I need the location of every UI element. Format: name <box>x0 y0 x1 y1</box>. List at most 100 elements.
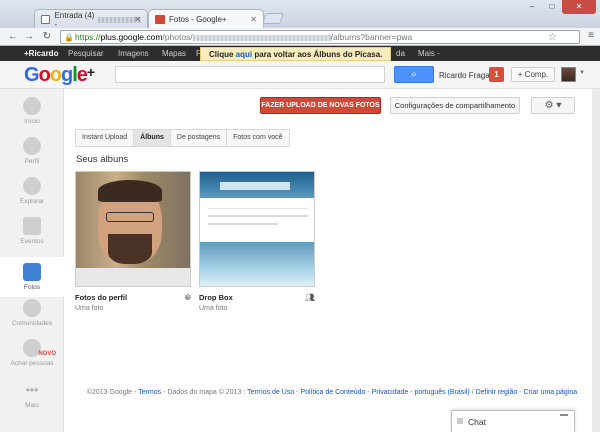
reload-button[interactable]: ↻ <box>40 30 54 44</box>
menu-icon[interactable]: ≡ <box>588 30 594 41</box>
album-card[interactable]: Drop Box 👥︎ Uma foto <box>199 171 317 312</box>
left-nav: Início Perfil Explorar Eventos Fotos Com… <box>0 89 64 432</box>
nav-item-communities[interactable]: Comunidades <box>0 299 64 339</box>
gbar-item-search[interactable]: Pesquisar <box>68 49 104 58</box>
nav-label: Explorar <box>19 198 45 205</box>
scrollbar[interactable] <box>592 89 600 432</box>
gplus-header: Google+ ⌕ Ricardo Fraga 1 + Comp. ▼ <box>0 61 600 89</box>
gbar-item-images[interactable]: Imagens <box>118 49 149 58</box>
album-name-text: Drop Box <box>199 293 233 302</box>
minimize-chat-icon[interactable] <box>560 414 568 416</box>
tab-instant-upload[interactable]: Instant Upload <box>75 129 135 147</box>
more-icon: ••• <box>25 383 39 397</box>
tab-label: Entrada (4) - <box>54 10 95 29</box>
notice-text-end: para voltar aos Álbuns do Picasa. <box>252 50 383 59</box>
dropbox-screenshot-image <box>200 172 314 286</box>
album-thumbnail[interactable] <box>75 171 191 287</box>
address-bar[interactable]: 🔒 https://plus.google.com/photos/ /albums… <box>60 30 580 44</box>
nav-item-photos[interactable]: Fotos <box>0 257 64 297</box>
nav-label: Eventos <box>20 238 44 245</box>
close-window-button[interactable]: ✕ <box>562 0 596 14</box>
search-input[interactable] <box>115 66 385 83</box>
globe-icon: 🌐︎ <box>184 293 191 302</box>
footer-region-link[interactable]: Definir região <box>476 389 518 396</box>
nav-label: Comunidades <box>11 320 53 327</box>
albums-heading: Seus álbuns <box>76 154 129 165</box>
footer-content-policy-link[interactable]: Política de Conteúdo <box>300 389 365 396</box>
gbar-item-more[interactable]: Mais - <box>418 49 440 58</box>
lock-icon: 🔒 <box>64 33 74 42</box>
share-button[interactable]: + Comp. <box>511 67 555 82</box>
upload-photos-button[interactable]: FAZER UPLOAD DE NOVAS FOTOS <box>260 97 381 114</box>
close-tab-icon[interactable]: ✕ <box>134 15 141 24</box>
user-name[interactable]: Ricardo Fraga <box>439 71 490 80</box>
url-scheme: https:// <box>75 32 101 42</box>
footer-privacy-link[interactable]: Privacidade <box>372 389 409 396</box>
album-card[interactable]: Fotos do perfil 🌐︎ Uma foto <box>75 171 193 312</box>
forward-button[interactable]: → <box>22 30 36 44</box>
gbar-item-maps[interactable]: Mapas <box>162 49 186 58</box>
search-button[interactable]: ⌕ <box>394 66 434 83</box>
bookmark-star-icon[interactable]: ☆ <box>548 32 557 43</box>
chevron-down-icon[interactable]: ▼ <box>579 70 585 76</box>
maximize-button[interactable]: □ <box>542 0 562 14</box>
notification-count[interactable]: 1 <box>489 67 504 82</box>
googleplus-icon <box>155 15 165 24</box>
people-icon: 👥︎ <box>304 293 315 302</box>
album-count: Uma foto <box>199 305 228 312</box>
chat-status-icon <box>457 418 463 424</box>
gear-icon: ⚙ ▾ <box>544 100 562 111</box>
nav-item-more[interactable]: ••• Mais <box>0 381 64 421</box>
calendar-icon <box>23 217 41 235</box>
footer-create-page-link[interactable]: Criar uma página <box>523 389 577 396</box>
url-path-end: /albums?banner=pwa <box>330 32 413 42</box>
footer-map-data: Dados do mapa © 2013 <box>167 389 242 396</box>
home-icon <box>23 97 41 115</box>
share-settings-button[interactable]: Configurações de compartilhamento <box>390 97 520 114</box>
notice-link[interactable]: aqui <box>236 50 252 59</box>
footer-language-link[interactable]: português (Brasil) <box>415 389 470 396</box>
settings-button[interactable]: ⚙ ▾ <box>531 97 575 114</box>
minimize-button[interactable]: – <box>522 0 542 14</box>
redacted-text <box>192 34 331 41</box>
nav-item-explore[interactable]: Explorar <box>0 177 64 217</box>
tab-photos-of-you[interactable]: Fotos com você <box>226 129 290 147</box>
gbar-item-profile[interactable]: +Ricardo <box>24 49 58 58</box>
close-tab-icon[interactable]: ✕ <box>250 15 257 24</box>
album-count: Uma foto <box>75 305 104 312</box>
album-name-text: Fotos do perfil <box>75 293 128 302</box>
footer-terms-link[interactable]: Termos <box>138 389 161 396</box>
chat-panel[interactable]: Chat <box>451 410 575 432</box>
nav-item-find-people[interactable]: Achar pessoas NOVO <box>0 339 64 379</box>
tab-label: Fotos - Google+ <box>169 15 227 24</box>
footer-terms-use-link[interactable]: Termos de Uso <box>247 389 294 396</box>
google-plus-logo[interactable]: Google+ <box>24 64 95 87</box>
album-thumbnail[interactable] <box>199 171 315 287</box>
nav-item-home[interactable]: Início <box>0 97 64 137</box>
tab-from-posts[interactable]: De postagens <box>169 129 228 147</box>
gbar-item-partial-2[interactable]: da <box>396 49 405 58</box>
album-name[interactable]: Drop Box 👥︎ <box>199 293 317 302</box>
new-badge: NOVO <box>38 351 56 357</box>
nav-label: Fotos <box>23 284 41 291</box>
back-button[interactable]: ← <box>6 30 20 44</box>
picasa-notice: Clique aqui para voltar aos Álbuns do Pi… <box>200 47 392 61</box>
album-name[interactable]: Fotos do perfil 🌐︎ <box>75 293 193 302</box>
footer: ©2013 Google - Termos - Dados do mapa © … <box>86 389 578 396</box>
tab-albums[interactable]: Álbuns <box>133 129 171 147</box>
tab-gmail[interactable]: Entrada (4) - ✕ <box>34 9 148 29</box>
avatar[interactable] <box>561 67 576 82</box>
gmail-icon <box>41 15 51 24</box>
nav-item-events[interactable]: Eventos <box>0 217 64 257</box>
nav-item-profile[interactable]: Perfil <box>0 137 64 177</box>
new-tab-button[interactable] <box>262 13 284 24</box>
browser-titlebar: Entrada (4) - ✕ Fotos - Google+ ✕ – □ ✕ <box>0 0 600 29</box>
browser-toolbar: ← → ↻ 🔒 https://plus.google.com/photos/ /… <box>0 28 600 46</box>
nav-label: Início <box>24 118 40 125</box>
photo-tabs: Instant Upload Álbuns De postagens Fotos… <box>75 129 290 147</box>
tab-google-photos[interactable]: Fotos - Google+ ✕ <box>148 9 264 29</box>
communities-icon <box>23 299 41 317</box>
profile-icon <box>23 137 41 155</box>
search-icon: ⌕ <box>411 69 417 80</box>
explore-icon <box>23 177 41 195</box>
